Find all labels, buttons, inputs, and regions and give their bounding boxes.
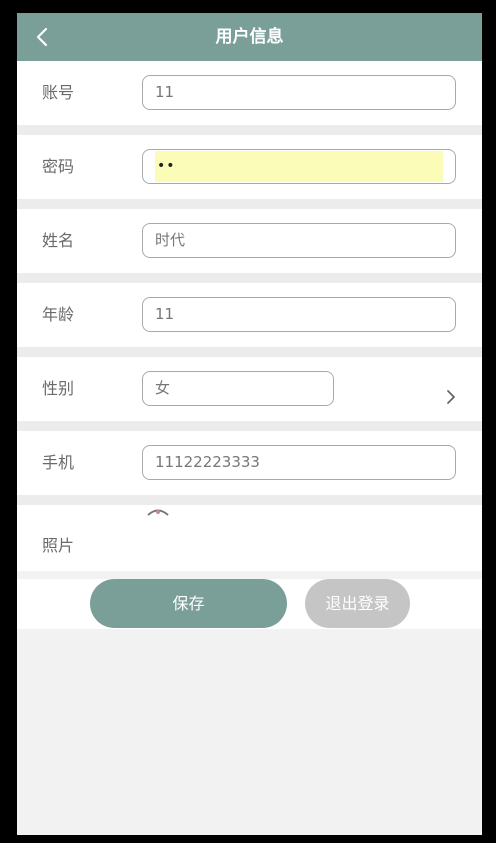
phone-row: 手机 11122223333 [17, 431, 482, 505]
logout-button[interactable]: 退出登录 [305, 579, 410, 628]
save-button[interactable]: 保存 [90, 579, 287, 628]
age-input[interactable]: 11 [142, 297, 456, 332]
age-label: 年龄 [42, 305, 75, 324]
gender-label: 性别 [42, 379, 75, 398]
gender-row[interactable]: 性别 女 [17, 357, 482, 431]
top-nav-bar: 用户信息 [17, 13, 482, 61]
account-input[interactable]: 11 [142, 75, 456, 110]
gender-select[interactable]: 女 [142, 371, 334, 406]
photo-row: 照片 [17, 505, 482, 571]
photo-label: 照片 [42, 536, 75, 555]
phone-label: 手机 [42, 453, 75, 472]
name-row: 姓名 时代 [17, 209, 482, 283]
password-input[interactable]: •• [142, 149, 456, 184]
phone-input[interactable]: 11122223333 [142, 445, 456, 480]
password-value: •• [155, 151, 443, 182]
app-screen: 用户信息 账号 11 密码 •• 姓名 时代 年龄 11 性别 女 手机 111… [17, 13, 482, 835]
page-title: 用户信息 [215, 27, 284, 47]
password-label: 密码 [42, 157, 75, 176]
name-label: 姓名 [42, 231, 75, 250]
chevron-right-icon[interactable] [444, 387, 458, 407]
action-buttons: 保存 退出登录 [17, 579, 482, 629]
user-info-form: 账号 11 密码 •• 姓名 时代 年龄 11 性别 女 手机 11122223 [17, 61, 482, 571]
name-input[interactable]: 时代 [142, 223, 456, 258]
photo-thumbnail[interactable] [146, 507, 170, 517]
age-row: 年龄 11 [17, 283, 482, 357]
account-label: 账号 [42, 83, 75, 102]
account-row: 账号 11 [17, 61, 482, 135]
password-row: 密码 •• [17, 135, 482, 209]
